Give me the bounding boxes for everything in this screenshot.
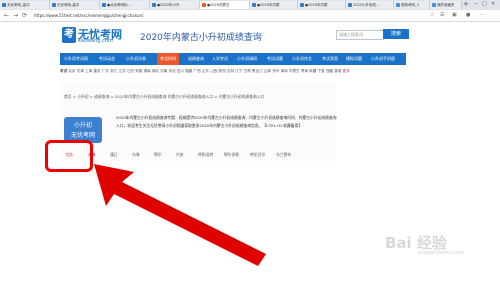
badge-line-1: 小升初 <box>73 122 92 129</box>
city-link[interactable]: 甘肃 <box>244 69 251 73</box>
favicon-icon <box>348 3 352 7</box>
city-link[interactable]: 山东 <box>202 69 209 73</box>
minimize-icon[interactable]: ─ <box>474 0 477 9</box>
city-link[interactable]: 陕西 <box>219 69 226 73</box>
favicon-icon <box>102 3 106 7</box>
browser-tab[interactable]: 2020小升初成... <box>346 1 394 9</box>
back-icon[interactable]: ← <box>4 11 9 20</box>
watermark-url: jingyan.baidu.com <box>418 250 465 256</box>
city-link[interactable]: 天津 <box>77 69 84 73</box>
browser-tab[interactable]: 我的收藏夹 <box>430 1 462 9</box>
city-link[interactable]: 湖南 <box>143 69 150 73</box>
city-link[interactable]: 贵州 <box>272 69 279 73</box>
city-link[interactable]: 重庆 <box>93 69 100 73</box>
city-link[interactable]: 上海 <box>85 69 92 73</box>
favicon-icon <box>2 3 6 7</box>
city-link[interactable]: 安徽 <box>135 69 142 73</box>
browser-tab[interactable]: 无忧考网-高中 <box>50 1 100 9</box>
nav-item[interactable]: 小升初作文 <box>292 53 312 65</box>
address-bar-row: ← → ⟳ https://www.51test.net/xsc/neimeng… <box>0 10 500 22</box>
nav-item[interactable]: 成绩查询 <box>188 53 204 65</box>
nav-item-active[interactable]: 考试时间 <box>157 53 179 65</box>
nav-item[interactable]: 小升初考试网 <box>64 53 88 65</box>
browser-tab[interactable]: ●2020年小升 <box>150 1 200 9</box>
favicon-icon <box>152 3 156 7</box>
browser-tab[interactable]: ●2020年内蒙 <box>298 1 346 9</box>
annotation-arrow-icon <box>94 164 266 266</box>
browser-tab[interactable]: 无忧考网_高中 <box>0 1 50 9</box>
article-intro: 2020年内蒙古小升初成绩查询专题：权威提供2020年内蒙古小升初成绩查询、内蒙… <box>116 115 337 128</box>
forward-icon[interactable]: → <box>13 11 18 20</box>
city-link[interactable]: 河南 <box>160 69 167 73</box>
favicon-icon <box>202 3 206 7</box>
search-button[interactable]: 搜索 <box>383 29 409 39</box>
city-link[interactable]: 香港 <box>334 69 341 73</box>
browser-tab[interactable]: 搜索考网_3 <box>394 1 430 9</box>
profile-icon[interactable]: ● <box>466 11 470 20</box>
city-link[interactable]: 黑龙江 <box>252 69 263 73</box>
star-icon[interactable]: ☆ <box>430 11 434 20</box>
city-link[interactable]: 河北 <box>168 69 175 73</box>
city-link[interactable]: 内蒙古 <box>289 69 300 73</box>
nav-item[interactable]: 考试答案 <box>322 53 338 65</box>
nav-item[interactable]: 小升初试卷 <box>126 53 146 65</box>
city-link[interactable]: 四川 <box>177 69 184 73</box>
city-link[interactable]: 辽宁 <box>235 69 242 73</box>
url-field[interactable]: https://www.51test.net/xsc/neimenggu/che… <box>34 12 143 19</box>
site-logo-mark[interactable]: 考 <box>62 27 76 43</box>
city-link[interactable]: 广西 <box>194 69 201 73</box>
city-filter-row: 考试 北京 天津 上海 重庆 广东 浙江 江苏 江西 安徽 湖南 湖北 河南 河… <box>60 67 406 75</box>
site-logo-domain: kaowang.com <box>78 38 113 44</box>
new-tab-button[interactable]: + <box>463 0 469 9</box>
more-icon[interactable]: ⋯ <box>480 11 485 20</box>
city-link[interactable]: 考试 <box>60 69 67 73</box>
browser-tab-active[interactable]: ●2020内蒙古 <box>200 1 250 9</box>
city-link[interactable]: 新疆 <box>309 69 316 73</box>
nav-item[interactable]: 小升初手机版 <box>371 53 395 65</box>
city-link[interactable]: 山西 <box>210 69 217 73</box>
city-link[interactable]: 北京 <box>68 69 75 73</box>
city-link[interactable]: 宁夏 <box>318 69 325 73</box>
nav-item[interactable]: 小升初调研 <box>237 53 257 65</box>
search-input[interactable]: 请输入搜索词 <box>336 30 384 40</box>
maximize-icon[interactable]: □ <box>482 0 487 9</box>
city-link[interactable]: 福建 <box>185 69 192 73</box>
main-nav: 小升初考试网 考试动态 小升初试卷 考试时间 成绩查询 入学考试 小升初调研 考… <box>60 53 406 65</box>
close-icon[interactable]: ✕ <box>491 0 495 9</box>
browser-tab[interactable]: ●2020年内蒙 <box>250 1 298 9</box>
city-link[interactable]: 浙江 <box>110 69 117 73</box>
more-cities-link[interactable]: 更多 <box>343 69 350 73</box>
city-link[interactable]: 海南 <box>281 69 288 73</box>
favicon-icon <box>396 3 400 7</box>
city-link[interactable]: 广东 <box>102 69 109 73</box>
favicon-icon <box>432 3 436 7</box>
nav-item[interactable]: 考试动态 <box>99 53 115 65</box>
refresh-icon[interactable]: ⟳ <box>22 11 27 20</box>
collections-icon[interactable]: ▣ <box>452 11 457 20</box>
browser-tab-strip: 无忧考网_高中 无忧考网-高中 ●北京考网标... ●2020年小升 ●2020… <box>0 0 500 10</box>
badge-line-2: 无忧考网 <box>70 132 95 139</box>
city-link[interactable]: 云南 <box>264 69 271 73</box>
favicon-icon <box>300 3 304 7</box>
city-link[interactable]: 江西 <box>127 69 134 73</box>
city-link[interactable]: 青海 <box>301 69 308 73</box>
city-link[interactable]: 江苏 <box>118 69 125 73</box>
favicon-icon <box>52 3 56 7</box>
nav-item[interactable]: 考试试题 <box>267 53 283 65</box>
favorites-icon[interactable]: ☰ <box>440 11 444 20</box>
city-link[interactable]: 西藏 <box>326 69 333 73</box>
city-link[interactable]: 湖北 <box>152 69 159 73</box>
browser-tab[interactable]: ●北京考网标... <box>100 1 150 9</box>
city-link[interactable]: 吉林 <box>227 69 234 73</box>
favicon-icon <box>252 3 256 7</box>
page-title: 2020年内蒙古小升初成绩查询 <box>140 33 262 43</box>
nav-item[interactable]: 入学考试 <box>212 53 228 65</box>
breadcrumb[interactable]: 首页 > 小升初 > 成绩查询 > 2020年内蒙古小升初成绩查询·内蒙古小升初… <box>64 94 264 100</box>
nav-item[interactable]: 模拟试题 <box>346 53 362 65</box>
